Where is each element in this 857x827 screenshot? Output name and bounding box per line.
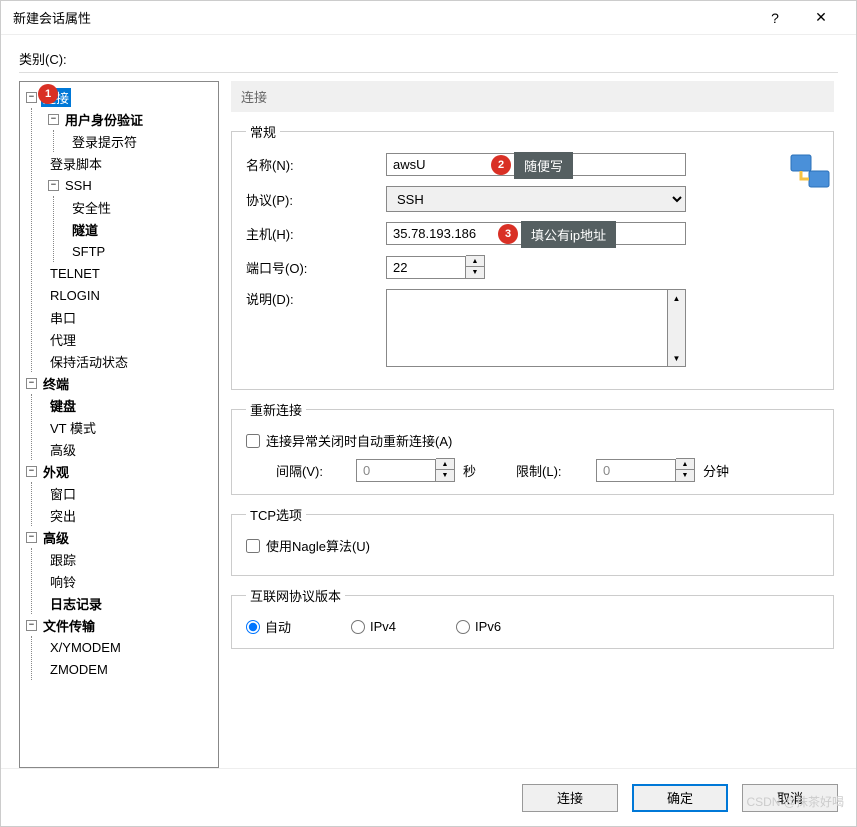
ip-group: 互联网协议版本 自动 IPv4 IPv6 [231,586,834,649]
panel-header: 连接 [231,81,834,112]
general-legend: 常规 [246,122,280,141]
ok-button[interactable]: 确定 [632,784,728,812]
tree-item-auth[interactable]: − 用户身份验证 [44,108,216,130]
title-bar: 新建会话属性 ? ✕ [1,1,856,35]
tree-item-vt[interactable]: VT 模式 [44,416,216,438]
collapse-icon[interactable]: − [26,532,37,543]
tree-item-keepalive[interactable]: 保持活动状态 [44,350,216,372]
tree-item-logging[interactable]: 日志记录 [44,592,216,614]
category-label: 类别(C): [19,49,838,68]
collapse-icon[interactable]: − [48,180,59,191]
badge-2: 2 [491,155,511,175]
collapse-icon[interactable]: − [26,466,37,477]
connection-icon [789,153,833,191]
tree-item-appearance[interactable]: − 外观 [22,460,216,482]
help-button[interactable]: ? [752,3,798,33]
tree-item-login-prompt[interactable]: 登录提示符 [66,130,216,152]
reconnect-group: 重新连接 连接异常关闭时自动重新连接(A) 间隔(V): ▲ ▼ [231,400,834,495]
port-input[interactable] [386,256,466,279]
tcp-group: TCP选项 使用Nagle算法(U) [231,505,834,576]
tree-item-login-script[interactable]: 登录脚本 [44,152,216,174]
tree-item-telnet[interactable]: TELNET [44,262,216,284]
ip-v4-radio[interactable]: IPv4 [351,619,396,634]
nagle-checkbox[interactable] [246,539,260,553]
port-label: 端口号(O): [246,258,386,277]
collapse-icon[interactable]: − [26,378,37,389]
tree-item-serial[interactable]: 串口 [44,306,216,328]
tip-2: 随便写 [514,152,573,179]
textarea-scrollbar[interactable]: ▲ ▼ [668,289,686,367]
port-spinner[interactable]: ▲ ▼ [466,255,485,279]
ip-auto-radio[interactable]: 自动 [246,617,291,636]
tree-item-trace[interactable]: 跟踪 [44,548,216,570]
content-area: 类别(C): 1 − 连接 − 用户身份验证 登录提示符 登录脚本 [1,35,856,768]
interval-input [356,459,436,482]
reconnect-checkbox-label: 连接异常关闭时自动重新连接(A) [266,431,452,450]
tree-item-rlogin[interactable]: RLOGIN [44,284,216,306]
interval-spinner: ▲ ▼ [436,458,455,482]
desc-label: 说明(D): [246,289,386,308]
tree-item-ssh[interactable]: − SSH [44,174,216,196]
tree-item-proxy[interactable]: 代理 [44,328,216,350]
tree-item-tunnel[interactable]: 隧道 [66,218,216,240]
close-button[interactable]: ✕ [798,3,844,33]
spin-up-icon: ▲ [676,459,694,470]
ip-legend: 互联网协议版本 [246,586,345,605]
tree-item-window[interactable]: 窗口 [44,482,216,504]
spin-down-icon[interactable]: ▼ [466,267,484,278]
reconnect-legend: 重新连接 [246,400,306,419]
nagle-label: 使用Nagle算法(U) [266,536,370,555]
spin-up-icon[interactable]: ▲ [466,256,484,267]
interval-label: 间隔(V): [276,461,356,480]
tree-item-bell[interactable]: 响铃 [44,570,216,592]
limit-input [596,459,676,482]
limit-label: 限制(L): [516,461,596,480]
collapse-icon[interactable]: − [48,114,59,125]
category-tree[interactable]: 1 − 连接 − 用户身份验证 登录提示符 登录脚本 − [19,81,219,768]
window-title: 新建会话属性 [13,8,752,27]
spin-down-icon: ▼ [676,470,694,481]
protocol-label: 协议(P): [246,190,386,209]
name-label: 名称(N): [246,155,386,174]
tree-item-file-transfer[interactable]: − 文件传输 [22,614,216,636]
tree-item-keyboard[interactable]: 键盘 [44,394,216,416]
ip-v6-radio[interactable]: IPv6 [456,619,501,634]
limit-unit: 分钟 [703,461,729,480]
host-label: 主机(H): [246,224,386,243]
desc-textarea[interactable] [386,289,668,367]
tree-item-adv-term[interactable]: 高级 [44,438,216,460]
tree-item-xymodem[interactable]: X/YMODEM [44,636,216,658]
general-group: 常规 名称(N): 2 随便写 [231,122,834,390]
spin-down-icon: ▼ [436,470,454,481]
tree-item-terminal[interactable]: − 终端 [22,372,216,394]
badge-3: 3 [498,224,518,244]
settings-panel: 连接 常规 名称(N): 2 随便写 [231,81,838,768]
collapse-icon[interactable]: − [26,92,37,103]
badge-1: 1 [38,84,58,104]
button-bar: 连接 确定 取消 [1,768,856,826]
interval-unit: 秒 [463,461,476,480]
scroll-up-icon[interactable]: ▲ [668,290,685,306]
main-area: 1 − 连接 − 用户身份验证 登录提示符 登录脚本 − [19,72,838,768]
spin-up-icon: ▲ [436,459,454,470]
dialog-window: 新建会话属性 ? ✕ 类别(C): 1 − 连接 − 用户身份验证 登录 [0,0,857,827]
protocol-select[interactable]: SSH [386,186,686,212]
tip-3: 填公有ip地址 [521,221,616,248]
reconnect-checkbox[interactable] [246,434,260,448]
tree-item-zmodem[interactable]: ZMODEM [44,658,216,680]
tree-item-sftp[interactable]: SFTP [66,240,216,262]
collapse-icon[interactable]: − [26,620,37,631]
limit-spinner: ▲ ▼ [676,458,695,482]
tree-item-advanced[interactable]: − 高级 [22,526,216,548]
tree-item-highlight[interactable]: 突出 [44,504,216,526]
connect-button[interactable]: 连接 [522,784,618,812]
tcp-legend: TCP选项 [246,505,306,524]
tree-item-security[interactable]: 安全性 [66,196,216,218]
scroll-down-icon[interactable]: ▼ [668,350,685,366]
cancel-button[interactable]: 取消 [742,784,838,812]
